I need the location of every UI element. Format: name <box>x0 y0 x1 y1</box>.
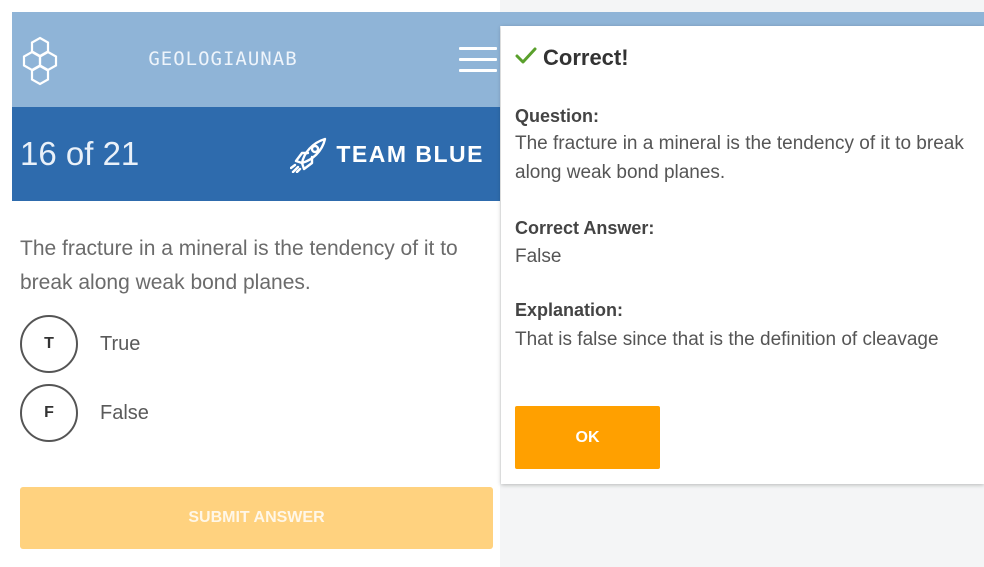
question-text: The fracture in a mineral is the tendenc… <box>20 237 458 294</box>
correct-answer-value: False <box>515 246 562 267</box>
team-name: TEAM BLUE <box>336 141 484 167</box>
option-label[interactable]: False <box>100 384 149 442</box>
option-true[interactable]: T True <box>20 315 320 373</box>
quiz-panel: GEOLOGIAUNAB 16 of 21 TEAM BLUE The frac… <box>0 0 500 567</box>
result-title-text: Correct! <box>543 45 629 71</box>
hamburger-menu-icon[interactable] <box>459 45 497 75</box>
rocket-icon <box>290 137 327 173</box>
app-screen: GEOLOGIAUNAB 16 of 21 TEAM BLUE The frac… <box>0 0 984 567</box>
explanation-text: That is false since that is the definiti… <box>515 329 939 350</box>
option-letter-badge[interactable]: T <box>20 315 78 373</box>
navbar-strip <box>500 12 984 26</box>
checkmark-icon <box>515 47 537 64</box>
option-false[interactable]: F False <box>20 384 320 442</box>
explanation-label: Explanation: <box>515 300 624 320</box>
ok-button[interactable]: OK <box>515 406 660 469</box>
question-progress-bar: 16 of 21 TEAM BLUE <box>12 107 500 201</box>
submit-answer-button[interactable]: SUBMIT ANSWER <box>20 487 493 549</box>
question-counter: 16 of 21 <box>20 135 140 172</box>
result-dialog: Correct! Question: The fracture in a min… <box>501 26 984 484</box>
result-title: Correct! <box>515 42 629 73</box>
app-brand-title: GEOLOGIAUNAB <box>148 48 298 70</box>
option-letter-badge[interactable]: F <box>20 384 78 442</box>
top-navbar: GEOLOGIAUNAB <box>12 12 500 107</box>
question-review-text: The fracture in a mineral is the tendenc… <box>515 133 964 183</box>
option-label[interactable]: True <box>100 315 140 373</box>
question-label: Question: <box>515 106 599 126</box>
correct-answer-label: Correct Answer: <box>515 218 655 238</box>
